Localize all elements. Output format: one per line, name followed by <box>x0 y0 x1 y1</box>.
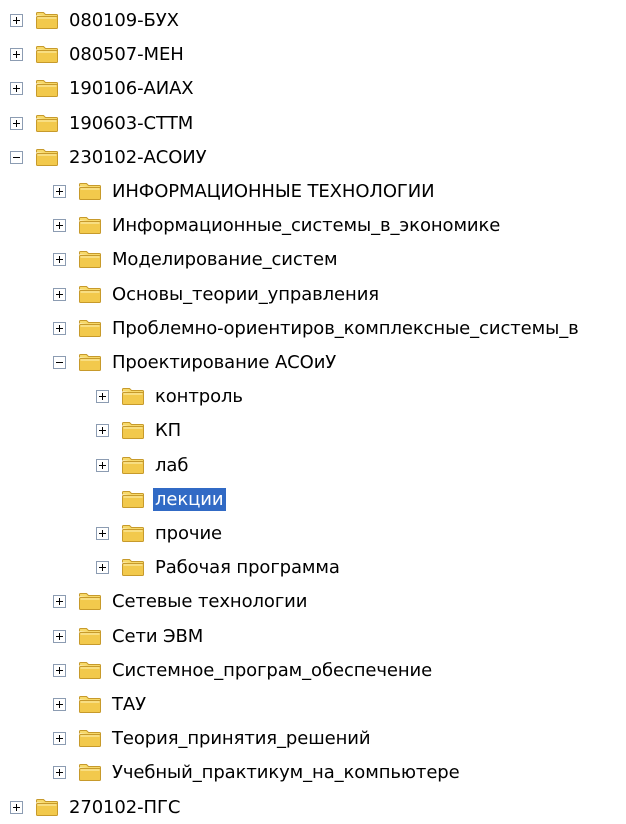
expand-toggle-icon[interactable] <box>53 629 66 643</box>
tree-node[interactable]: контроль <box>0 380 626 413</box>
tree-node[interactable]: Основы_теории_управления <box>0 278 626 311</box>
folder-icon <box>122 456 144 474</box>
expand-toggle-icon[interactable] <box>53 766 66 780</box>
expand-toggle-icon[interactable] <box>53 185 66 198</box>
folder-icon <box>36 46 58 64</box>
expand-toggle-icon[interactable] <box>53 219 66 233</box>
tree-node-label: ИНФОРМАЦИОННЫЕ ТЕХНОЛОГИИ <box>112 181 435 202</box>
tree-node[interactable]: лекции <box>0 483 626 516</box>
folder-icon <box>36 12 58 29</box>
collapse-toggle-icon[interactable] <box>53 356 66 369</box>
tree-node[interactable]: ТАУ <box>0 688 626 721</box>
tree-node[interactable]: Рабочая программа <box>0 551 626 584</box>
folder-icon <box>122 559 144 577</box>
folder-icon <box>122 388 144 406</box>
expand-toggle-icon[interactable] <box>53 321 66 335</box>
folder-icon <box>36 80 58 98</box>
tree-node[interactable]: 080507-МЕН <box>0 38 626 71</box>
folder-icon <box>36 148 58 166</box>
expand-toggle-icon[interactable] <box>96 424 109 438</box>
tree-node-label: Основы_теории_управления <box>112 283 380 305</box>
tree-node[interactable]: 190106-АИАХ <box>0 72 626 105</box>
expand-toggle-icon[interactable] <box>10 800 23 814</box>
folder-icon <box>36 114 58 132</box>
tree-node-label: прочие <box>155 523 223 544</box>
expand-toggle-icon[interactable] <box>53 253 66 267</box>
folder-icon <box>122 525 144 542</box>
folder-icon <box>79 354 101 371</box>
folder-icon <box>79 217 101 235</box>
tree-node-label: лаб <box>155 454 189 476</box>
expand-toggle-icon[interactable] <box>53 287 66 301</box>
tree-node[interactable]: Системное_програм_обеспечение <box>0 654 626 687</box>
expand-toggle-icon[interactable] <box>96 390 109 404</box>
tree-node-label: Проблемно-ориентиров_комплексные_системы… <box>112 317 579 339</box>
folder-icon <box>79 593 101 611</box>
expand-toggle-icon[interactable] <box>53 663 66 677</box>
tree-node-label: Проектирование АСОиУ <box>112 352 337 373</box>
tree-node[interactable]: Информационные_системы_в_экономике <box>0 209 626 242</box>
folder-icon <box>122 422 144 440</box>
tree-node-label: ТАУ <box>112 694 146 715</box>
tree-node-label: контроль <box>155 386 243 408</box>
tree-node-label: Моделирование_систем <box>112 249 338 271</box>
folder-icon <box>79 764 101 782</box>
tree-node[interactable]: прочие <box>0 517 626 550</box>
tree-node[interactable]: Сетевые технологии <box>0 585 626 618</box>
tree-node[interactable]: Проектирование АСОиУ <box>0 346 626 379</box>
tree-node-label: 190106-АИАХ <box>69 78 194 100</box>
expand-toggle-icon[interactable] <box>10 82 23 96</box>
folder-icon <box>79 696 101 713</box>
tree-node[interactable]: Теория_принятия_решений <box>0 722 626 755</box>
tree-node-label: Сети ЭВМ <box>112 625 204 647</box>
tree-node-label: Рабочая программа <box>155 557 340 579</box>
tree-node-label: Системное_програм_обеспечение <box>112 659 433 681</box>
expand-toggle-icon[interactable] <box>53 732 66 746</box>
tree-node[interactable]: Проблемно-ориентиров_комплексные_системы… <box>0 312 626 345</box>
tree-node[interactable]: Моделирование_систем <box>0 243 626 276</box>
collapse-toggle-icon[interactable] <box>10 150 23 164</box>
tree-node-label: 190603-СТТМ <box>69 112 194 134</box>
tree-node[interactable]: лаб <box>0 449 626 482</box>
folder-icon <box>79 627 101 645</box>
tree-node[interactable]: ИНФОРМАЦИОННЫЕ ТЕХНОЛОГИИ <box>0 175 626 208</box>
expand-toggle-icon[interactable] <box>10 116 23 130</box>
tree-node-label: 270102-ПГС <box>69 796 181 818</box>
tree-node-label: Сетевые технологии <box>112 591 308 613</box>
folder-icon <box>122 490 144 508</box>
expand-toggle-icon[interactable] <box>10 14 23 27</box>
expand-toggle-icon[interactable] <box>53 698 66 711</box>
tree-node-label: лекции <box>153 487 226 511</box>
tree-node-label: Учебный_практикум_на_компьютере <box>112 762 460 784</box>
tree-node-label: 080507-МЕН <box>69 44 184 66</box>
tree-node-label: Информационные_системы_в_экономике <box>112 215 501 237</box>
tree-node[interactable]: Сети ЭВМ <box>0 620 626 653</box>
folder-icon <box>79 285 101 303</box>
tree-node[interactable]: КП <box>0 414 626 447</box>
tree-node-label: Теория_принятия_решений <box>112 728 371 750</box>
tree-node-label: КП <box>155 420 182 442</box>
folder-icon <box>79 319 101 337</box>
folder-tree: 080109-БУХ 080507-МЕН 190106-АИАХ 190603-СТ… <box>0 0 626 819</box>
folder-icon <box>79 183 101 200</box>
expand-toggle-icon[interactable] <box>53 595 66 609</box>
tree-node-label: 080109-БУХ <box>69 10 179 31</box>
folder-icon <box>36 798 58 816</box>
tree-node[interactable]: 190603-СТТМ <box>0 107 626 140</box>
folder-icon <box>79 251 101 269</box>
tree-node[interactable]: Учебный_практикум_на_компьютере <box>0 756 626 789</box>
expand-toggle-icon[interactable] <box>96 458 109 472</box>
folder-icon <box>79 661 101 679</box>
tree-node-label: 230102-АСОИУ <box>69 146 207 168</box>
expand-toggle-icon[interactable] <box>96 527 109 540</box>
tree-node[interactable]: 080109-БУХ <box>0 4 626 37</box>
tree-node[interactable]: 230102-АСОИУ <box>0 141 626 174</box>
toggle-spacer <box>96 493 109 506</box>
expand-toggle-icon[interactable] <box>10 48 23 62</box>
expand-toggle-icon[interactable] <box>96 561 109 575</box>
folder-icon <box>79 730 101 748</box>
